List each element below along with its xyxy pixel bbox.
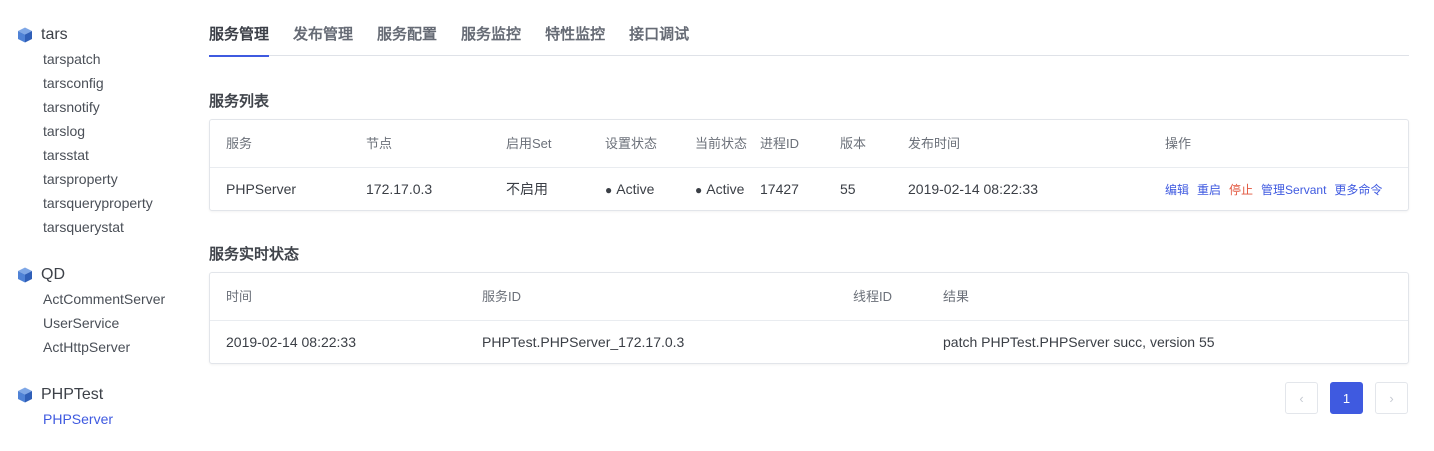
cell-publish-time: 2019-02-14 08:22:33 [908, 181, 1038, 197]
header-thread-id: 线程ID [853, 289, 893, 304]
cube-icon [18, 387, 32, 403]
app-item-phpserver[interactable]: PHPServer [0, 407, 190, 431]
app-group-header[interactable]: PHPTest [0, 383, 190, 407]
app-group-title: tars [41, 26, 68, 43]
cell-pid: 17427 [760, 181, 799, 197]
app-item-actcommentserver[interactable]: ActCommentServer [0, 287, 190, 311]
edit-link[interactable]: 编辑 [1165, 183, 1189, 197]
cube-icon [18, 27, 32, 43]
stop-link[interactable]: 停止 [1229, 183, 1253, 197]
cell-result: patch PHPTest.PHPServer succ, version 55 [943, 334, 1215, 350]
app-item-tarslog[interactable]: tarslog [0, 119, 190, 143]
tab-publish-management[interactable]: 发布管理 [293, 14, 353, 56]
tab-service-config[interactable]: 服务配置 [377, 14, 437, 56]
cell-time: 2019-02-14 08:22:33 [226, 334, 356, 350]
status-text: Active [616, 181, 655, 197]
table-header: 时间 服务ID 线程ID 结果 [210, 273, 1408, 321]
header-node: 节点 [366, 136, 393, 151]
app-group-title: QD [41, 266, 65, 283]
cell-current-status: ● Active [695, 168, 744, 210]
cell-operations: 编辑 重启 停止 管理Servant 更多命令 [1165, 168, 1390, 210]
service-list-title: 服务列表 [209, 93, 270, 110]
header-service-id: 服务ID [482, 289, 522, 304]
sidebar: tars tarspatch tarsconfig tarsnotify tar… [0, 0, 190, 451]
app-group-title: PHPTest [41, 386, 104, 403]
header-pid: 进程ID [760, 136, 800, 151]
status-dot-icon: ● [605, 183, 613, 197]
app-group-phptest: PHPTest PHPServer [0, 383, 190, 431]
header-time: 时间 [226, 289, 253, 304]
app-group-header[interactable]: QD [0, 263, 190, 287]
app-group-tars: tars tarspatch tarsconfig tarsnotify tar… [0, 23, 190, 239]
table-header: 服务 节点 启用Set 设置状态 当前状态 进程ID 版本 发布时间 操作 [210, 120, 1408, 168]
header-version: 版本 [840, 136, 867, 151]
app-item-userservice[interactable]: UserService [0, 311, 190, 335]
cell-version: 55 [840, 181, 856, 197]
table-row: 2019-02-14 08:22:33 PHPTest.PHPServer_17… [210, 321, 1408, 363]
more-commands-link[interactable]: 更多命令 [1334, 183, 1382, 197]
realtime-status-title: 服务实时状态 [209, 246, 300, 263]
app-item-tarsqueryproperty[interactable]: tarsqueryproperty [0, 191, 190, 215]
tab-property-monitor[interactable]: 特性监控 [545, 14, 605, 56]
restart-link[interactable]: 重启 [1197, 183, 1221, 197]
app-item-tarsproperty[interactable]: tarsproperty [0, 167, 190, 191]
cube-icon [18, 267, 32, 283]
header-operations: 操作 [1165, 136, 1192, 151]
app-item-tarsnotify[interactable]: tarsnotify [0, 95, 190, 119]
service-list-table: 服务 节点 启用Set 设置状态 当前状态 进程ID 版本 发布时间 操作 PH… [209, 119, 1409, 211]
app-item-tarsconfig[interactable]: tarsconfig [0, 71, 190, 95]
app-item-acthttpserver[interactable]: ActHttpServer [0, 335, 190, 359]
app-item-tarsstat[interactable]: tarsstat [0, 143, 190, 167]
manage-servant-link[interactable]: 管理Servant [1261, 183, 1326, 197]
status-dot-icon: ● [695, 183, 703, 197]
cell-setting-status: ● Active [605, 168, 654, 210]
cell-service-id: PHPTest.PHPServer_172.17.0.3 [482, 334, 685, 350]
header-publish-time: 发布时间 [908, 136, 961, 151]
cell-enable-set: 不启用 [506, 181, 548, 197]
tab-service-monitor[interactable]: 服务监控 [461, 14, 521, 56]
table-row: PHPServer 172.17.0.3 不启用 ● Active ● Active… [210, 168, 1408, 210]
cell-node: 172.17.0.3 [366, 181, 433, 197]
cell-service: PHPServer [226, 181, 297, 197]
tab-bar: 服务管理 发布管理 服务配置 服务监控 特性监控 接口调试 [209, 14, 1409, 57]
status-text: Active [706, 181, 745, 197]
header-result: 结果 [943, 289, 970, 304]
app-group-qd: QD ActCommentServer UserService ActHttpS… [0, 263, 190, 359]
header-current-status: 当前状态 [695, 136, 748, 151]
pagination: ‹ 1 › [1285, 382, 1408, 414]
page-1-button[interactable]: 1 [1330, 382, 1363, 414]
next-page-button[interactable]: › [1375, 382, 1408, 414]
header-service: 服务 [226, 136, 253, 151]
app-item-tarsquerystat[interactable]: tarsquerystat [0, 215, 190, 239]
app-group-header[interactable]: tars [0, 23, 190, 47]
app-item-tarspatch[interactable]: tarspatch [0, 47, 190, 71]
realtime-status-table: 时间 服务ID 线程ID 结果 2019-02-14 08:22:33 PHPT… [209, 272, 1409, 364]
tab-interface-debug[interactable]: 接口调试 [629, 14, 689, 56]
header-setting-status: 设置状态 [605, 136, 658, 151]
header-enable-set: 启用Set [506, 136, 552, 151]
prev-page-button[interactable]: ‹ [1285, 382, 1318, 414]
tab-service-management[interactable]: 服务管理 [209, 14, 270, 57]
